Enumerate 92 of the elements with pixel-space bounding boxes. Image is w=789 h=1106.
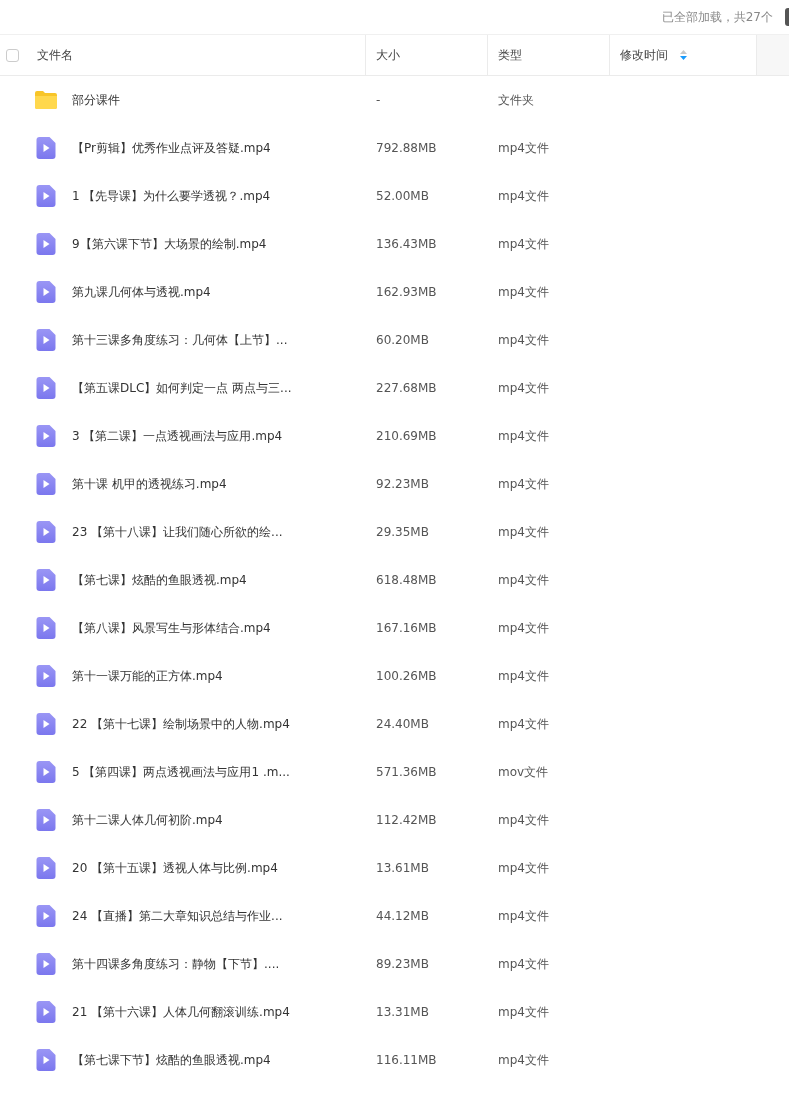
file-type: mp4文件 (498, 187, 549, 205)
file-name[interactable]: 5 【第四课】两点透视画法与应用1 .m... (72, 763, 290, 781)
file-name[interactable]: 3 【第二课】一点透视画法与应用.mp4 (72, 427, 283, 445)
file-type: mp4文件 (498, 667, 549, 685)
column-header[interactable]: 修改时间 (620, 46, 668, 64)
file-name[interactable]: 24 【直播】第二大章知识总结与作业... (72, 907, 283, 925)
video-file-icon (34, 617, 58, 639)
file-type: mov文件 (498, 763, 549, 781)
video-file-icon (34, 185, 58, 207)
video-file-icon (34, 137, 58, 159)
file-size: 116.11MB (376, 1053, 437, 1067)
video-file-icon (34, 953, 58, 975)
file-name[interactable]: 【第七课】炫酷的鱼眼透视.mp4 (72, 571, 247, 589)
file-type: mp4文件 (498, 859, 549, 877)
file-type: mp4文件 (498, 427, 549, 445)
video-file-icon (34, 281, 58, 303)
file-size: 227.68MB (376, 381, 437, 395)
sort-icon[interactable] (680, 50, 687, 60)
file-size: 571.36MB (376, 765, 437, 779)
file-name[interactable]: 第十二课人体几何初阶.mp4 (72, 811, 223, 829)
video-file-icon (34, 473, 58, 495)
file-size: 13.61MB (376, 861, 429, 875)
video-file-icon (34, 521, 58, 543)
file-name[interactable]: 【Pr剪辑】优秀作业点评及答疑.mp4 (72, 139, 271, 157)
file-name[interactable]: 21 【第十六课】人体几何翻滚训练.mp4 (72, 1003, 290, 1021)
file-type: mp4文件 (498, 523, 549, 541)
file-size: 52.00MB (376, 189, 429, 203)
file-size: 112.42MB (376, 813, 437, 827)
file-type: 文件夹 (498, 91, 534, 109)
file-size: 44.12MB (376, 909, 429, 923)
file-size: 89.23MB (376, 957, 429, 971)
file-type: mp4文件 (498, 1051, 549, 1069)
file-type: mp4文件 (498, 283, 549, 301)
select-all-checkbox[interactable] (6, 48, 19, 62)
video-file-icon (34, 905, 58, 927)
video-file-icon (34, 713, 58, 735)
video-file-icon (34, 809, 58, 831)
file-name[interactable]: 9【第六课下节】大场景的绘制.mp4 (72, 235, 267, 253)
file-type: mp4文件 (498, 571, 549, 589)
file-name[interactable]: 第十四课多角度练习：静物【下节】.... (72, 955, 280, 973)
column-header[interactable]: 大小 (376, 46, 400, 64)
file-type: mp4文件 (498, 331, 549, 349)
file-name[interactable]: 【第八课】风景写生与形体结合.mp4 (72, 619, 271, 637)
video-file-icon (34, 761, 58, 783)
file-type: mp4文件 (498, 235, 549, 253)
file-size: 24.40MB (376, 717, 429, 731)
file-type: mp4文件 (498, 907, 549, 925)
file-name[interactable]: 【第五课DLC】如何判定一点 两点与三... (72, 379, 292, 397)
file-size: 60.20MB (376, 333, 429, 347)
file-name[interactable]: 第十一课万能的正方体.mp4 (72, 667, 223, 685)
file-name[interactable]: 20 【第十五课】透视人体与比例.mp4 (72, 859, 278, 877)
video-file-icon (34, 1049, 58, 1071)
file-size: 792.88MB (376, 141, 437, 155)
file-size: 162.93MB (376, 285, 437, 299)
column-header[interactable]: 类型 (498, 46, 522, 64)
folder-icon (34, 90, 58, 110)
file-size: 92.23MB (376, 477, 429, 491)
file-name[interactable]: 【第七课下节】炫酷的鱼眼透视.mp4 (72, 1051, 271, 1069)
file-size: 29.35MB (376, 525, 429, 539)
video-file-icon (34, 377, 58, 399)
file-type: mp4文件 (498, 379, 549, 397)
file-size: 136.43MB (376, 237, 437, 251)
file-count-status: 已全部加载，共27个 (661, 8, 773, 26)
file-name[interactable]: 第九课几何体与透视.mp4 (72, 283, 211, 301)
folder-name[interactable]: 部分课件 (72, 91, 120, 109)
file-type: mp4文件 (498, 1003, 549, 1021)
file-type: mp4文件 (498, 955, 549, 973)
video-file-icon (34, 425, 58, 447)
file-name[interactable]: 22 【第十七课】绘制场景中的人物.mp4 (72, 715, 290, 733)
video-file-icon (34, 569, 58, 591)
file-size: 100.26MB (376, 669, 437, 683)
video-file-icon (34, 329, 58, 351)
file-name[interactable]: 第十三课多角度练习：几何体【上节】... (72, 331, 288, 349)
file-name[interactable]: 1 【先导课】为什么要学透视？.mp4 (72, 187, 271, 205)
file-size: 618.48MB (376, 573, 437, 587)
file-name[interactable]: 第十课 机甲的透视练习.mp4 (72, 475, 227, 493)
file-type: mp4文件 (498, 139, 549, 157)
video-file-icon (34, 233, 58, 255)
file-type: mp4文件 (498, 475, 549, 493)
file-type: mp4文件 (498, 715, 549, 733)
file-size: 13.31MB (376, 1005, 429, 1019)
file-size: 167.16MB (376, 621, 437, 635)
video-file-icon (34, 857, 58, 879)
file-size: 210.69MB (376, 429, 437, 443)
file-type: mp4文件 (498, 619, 549, 637)
video-file-icon (34, 665, 58, 687)
scroll-handle (785, 8, 789, 26)
file-size: - (376, 93, 381, 107)
file-type: mp4文件 (498, 811, 549, 829)
video-file-icon (34, 1001, 58, 1023)
column-header[interactable]: 文件名 (37, 46, 73, 64)
file-name[interactable]: 23 【第十八课】让我们随心所欲的绘... (72, 523, 283, 541)
